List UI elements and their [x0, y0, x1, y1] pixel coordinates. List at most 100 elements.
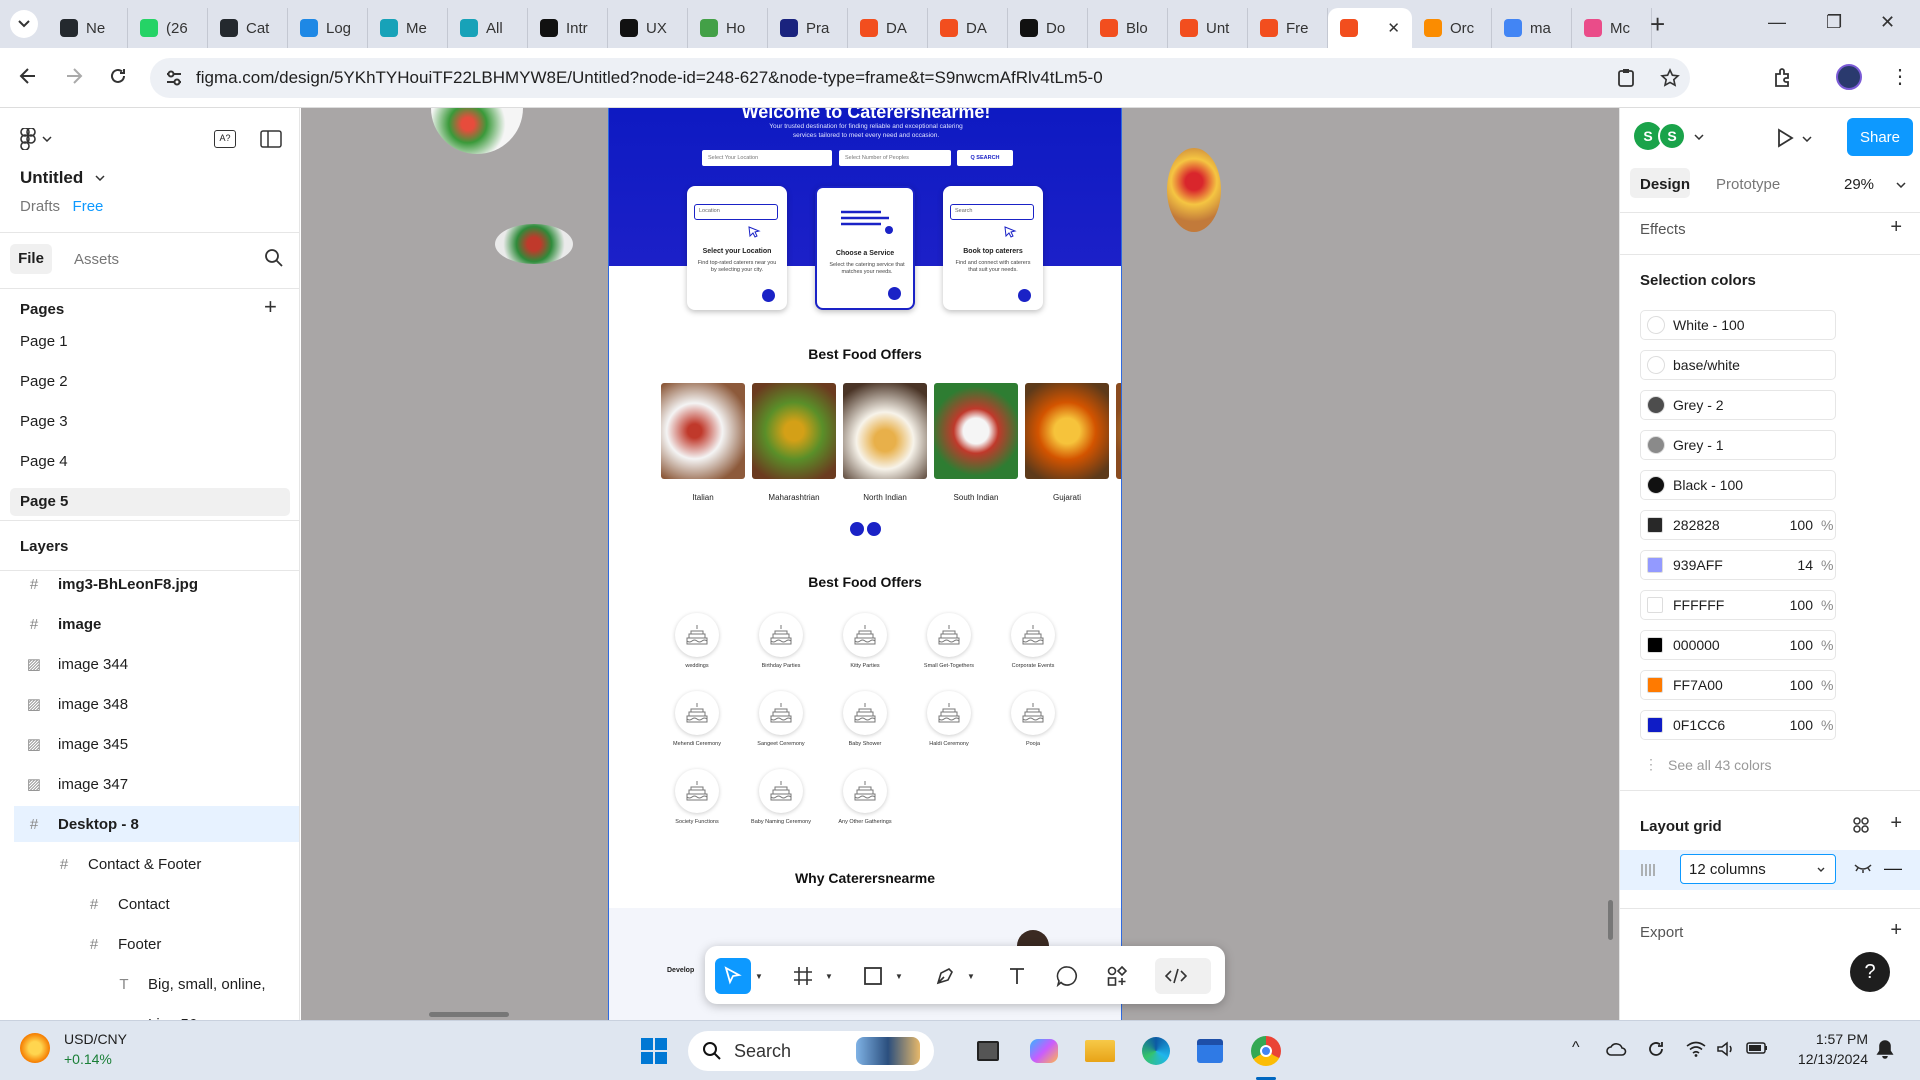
taskbar-search-field[interactable]: Search	[688, 1031, 934, 1071]
text-style-icon[interactable]: A?	[214, 130, 236, 148]
file-name[interactable]: Untitled	[20, 168, 105, 188]
wifi-icon[interactable]	[1686, 1041, 1706, 1057]
layer-row[interactable]: # image	[14, 606, 299, 642]
color-opacity[interactable]: 100	[1763, 597, 1813, 613]
browser-tab[interactable]: Me	[368, 8, 448, 48]
layout-grid-select[interactable]: 12 columns	[1680, 854, 1836, 884]
color-opacity[interactable]: 14	[1763, 557, 1813, 573]
layer-row[interactable]: ▨ image 348	[14, 686, 299, 722]
layer-row[interactable]: # Desktop - 8	[14, 806, 299, 842]
fruit-plate-image[interactable]	[1167, 148, 1221, 232]
edge-button[interactable]	[1138, 1033, 1174, 1069]
color-opacity[interactable]: 100	[1763, 637, 1813, 653]
store-button[interactable]	[1192, 1033, 1228, 1069]
layer-row[interactable]: ▨ image 347	[14, 766, 299, 802]
chevron-down-icon[interactable]	[1802, 136, 1812, 142]
tab-assets[interactable]: Assets	[74, 251, 119, 268]
color-value-row[interactable]: 282828 100%	[1640, 510, 1836, 540]
tab-file[interactable]: File	[10, 244, 52, 274]
browser-tab[interactable]: ✕	[1328, 8, 1412, 48]
comment-tool-button[interactable]	[1049, 958, 1085, 994]
chrome-button[interactable]	[1248, 1033, 1284, 1069]
browser-menu-icon[interactable]: ⋮	[1890, 64, 1910, 89]
help-button[interactable]: ?	[1850, 952, 1890, 992]
restore-button[interactable]: ❐	[1826, 12, 1842, 33]
volume-icon[interactable]	[1716, 1041, 1736, 1057]
add-page-button[interactable]: +	[264, 294, 277, 320]
salad-bowl-image[interactable]	[431, 108, 523, 154]
browser-tab[interactable]: Ne	[48, 8, 128, 48]
color-opacity[interactable]: 100	[1763, 517, 1813, 533]
color-value-row[interactable]: 000000 100%	[1640, 630, 1836, 660]
layer-row[interactable]: T Big, small, online,	[14, 966, 299, 1002]
url-field[interactable]: figma.com/design/5YKhTYHouiTF22LBHMYW8E/…	[150, 58, 1690, 98]
text-tool-button[interactable]	[999, 958, 1035, 994]
battery-icon[interactable]	[1746, 1041, 1768, 1055]
tab-design[interactable]: Design	[1640, 176, 1690, 193]
layer-row[interactable]: # img3-BhLeonF8.jpg	[14, 566, 299, 602]
canvas-scrollbar[interactable]	[429, 1012, 509, 1017]
stock-widget-icon[interactable]	[20, 1033, 50, 1063]
page-item[interactable]: Page 1	[10, 328, 290, 356]
browser-tab[interactable]: DA	[928, 8, 1008, 48]
copilot-button[interactable]	[1026, 1033, 1062, 1069]
color-opacity[interactable]: 100	[1763, 717, 1813, 733]
reload-icon[interactable]	[108, 66, 128, 86]
browser-tab[interactable]: DA	[848, 8, 928, 48]
layer-row[interactable]: ▨ image 344	[14, 646, 299, 682]
browser-tab[interactable]: Pra	[768, 8, 848, 48]
add-effect-button[interactable]: +	[1890, 216, 1902, 239]
new-tab-button[interactable]: +	[1650, 10, 1665, 38]
file-explorer-button[interactable]	[1082, 1033, 1118, 1069]
frame-tool-button[interactable]	[785, 958, 821, 994]
columns-icon[interactable]	[1640, 862, 1656, 878]
task-view-button[interactable]	[970, 1033, 1006, 1069]
chevron-down-icon[interactable]	[1896, 182, 1906, 188]
chevron-down-icon[interactable]: ▼	[895, 972, 903, 981]
layer-row[interactable]: # Contact & Footer	[14, 846, 299, 882]
color-style-row[interactable]: White - 100	[1640, 310, 1836, 340]
browser-tab[interactable]: Cat	[208, 8, 288, 48]
design-canvas[interactable]: Welcome to Caterersnearme! Your trusted …	[301, 108, 1619, 1020]
color-style-row[interactable]: Grey - 2	[1640, 390, 1836, 420]
browser-tab[interactable]: Ho	[688, 8, 768, 48]
desktop-8-frame[interactable]: Welcome to Caterersnearme! Your trusted …	[608, 108, 1122, 1020]
page-item[interactable]: Page 5	[10, 488, 290, 516]
eye-closed-icon[interactable]	[1854, 863, 1872, 873]
layer-row[interactable]: —Line 56	[14, 1006, 299, 1021]
clock-time[interactable]: 1:57 PM	[1788, 1031, 1868, 1047]
remove-layout-grid-button[interactable]: —	[1884, 858, 1902, 879]
chevron-down-icon[interactable]	[1694, 134, 1704, 140]
color-value-row[interactable]: FFFFFF 100%	[1640, 590, 1836, 620]
browser-tab[interactable]: Do	[1008, 8, 1088, 48]
tab-search-button[interactable]	[10, 10, 38, 38]
color-opacity[interactable]: 100	[1763, 677, 1813, 693]
color-style-row[interactable]: Grey - 1	[1640, 430, 1836, 460]
move-tool-button[interactable]	[715, 958, 751, 994]
show-hidden-icons-button[interactable]: ^	[1572, 1039, 1580, 1057]
sync-icon[interactable]	[1646, 1039, 1666, 1059]
chevron-down-icon[interactable]: ▼	[967, 972, 975, 981]
clipboard-icon[interactable]	[1616, 68, 1636, 88]
extensions-icon[interactable]	[1772, 66, 1794, 88]
layer-row[interactable]: ▨ image 345	[14, 726, 299, 762]
chevron-down-icon[interactable]: ▼	[755, 972, 763, 981]
notification-bell-icon[interactable]	[1876, 1039, 1894, 1061]
page-item[interactable]: Page 2	[10, 368, 290, 396]
share-button[interactable]: Share	[1847, 118, 1913, 156]
chevron-down-icon[interactable]: ▼	[825, 972, 833, 981]
present-play-icon[interactable]	[1776, 128, 1794, 148]
ticker-name[interactable]: USD/CNY	[64, 1031, 127, 1047]
minimize-button[interactable]: —	[1768, 12, 1786, 33]
browser-tab[interactable]: Unt	[1168, 8, 1248, 48]
color-value-row[interactable]: FF7A00 100%	[1640, 670, 1836, 700]
start-button[interactable]	[636, 1033, 672, 1069]
browser-tab[interactable]: Intr	[528, 8, 608, 48]
profile-avatar[interactable]	[1836, 64, 1862, 90]
zoom-level[interactable]: 29%	[1844, 176, 1874, 193]
color-value-row[interactable]: 939AFF 14%	[1640, 550, 1836, 580]
tab-prototype[interactable]: Prototype	[1716, 176, 1780, 193]
pen-tool-button[interactable]	[927, 958, 963, 994]
site-settings-icon[interactable]	[164, 68, 184, 88]
cloud-icon[interactable]	[1606, 1041, 1628, 1057]
